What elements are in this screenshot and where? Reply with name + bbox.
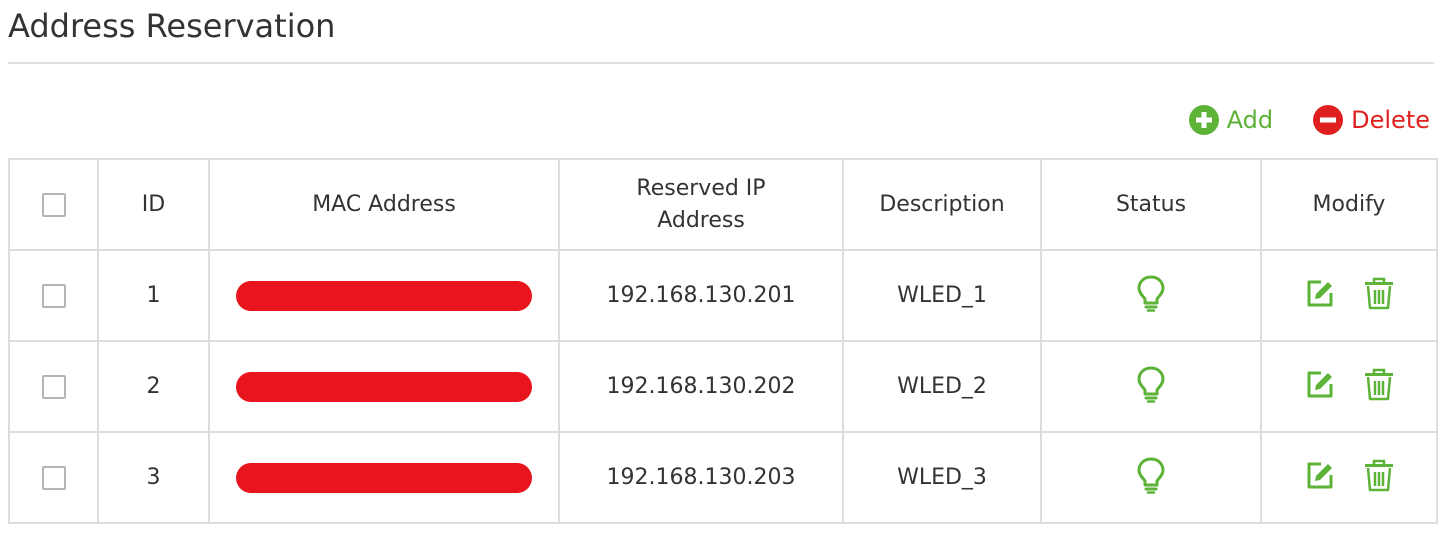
trash-button[interactable]: [1363, 458, 1395, 498]
mac-redaction: [236, 280, 532, 311]
row-reserved-ip: 192.168.130.202: [558, 340, 844, 433]
edit-button[interactable]: [1304, 277, 1336, 315]
toolbar: Add Delete: [1188, 100, 1430, 140]
row-mac-address: [208, 431, 560, 524]
reservation-table: ID MAC Address Reserved IP Address Descr…: [8, 158, 1438, 524]
select-all-checkbox[interactable]: [41, 192, 66, 217]
row-status: [1040, 249, 1262, 342]
row-mac-address: [208, 249, 560, 342]
row-description: WLED_2: [842, 340, 1042, 433]
trash-button[interactable]: [1363, 276, 1395, 316]
status-toggle[interactable]: [1135, 365, 1167, 409]
row-modify: [1260, 431, 1438, 524]
header-mac-address: MAC Address: [208, 158, 560, 251]
edit-icon: [1307, 462, 1332, 488]
add-label: Add: [1226, 106, 1274, 134]
row-status: [1040, 431, 1262, 524]
row-id: 1: [97, 249, 210, 342]
mac-redaction: [236, 462, 532, 493]
page-title: Address Reservation: [8, 7, 336, 45]
row-id: 2: [97, 340, 210, 433]
row-modify: [1260, 340, 1438, 433]
row-status: [1040, 340, 1262, 433]
row-reserved-ip: 192.168.130.201: [558, 249, 844, 342]
header-status: Status: [1040, 158, 1262, 251]
table-row: 3 192.168.130.203 WLED_3: [8, 431, 1438, 524]
trash-button[interactable]: [1363, 367, 1395, 407]
row-modify: [1260, 249, 1438, 342]
select-all-header: [8, 158, 99, 251]
row-mac-address: [208, 340, 560, 433]
lightbulb-icon: [1137, 366, 1165, 403]
minus-circle-icon: [1313, 105, 1344, 135]
plus-circle-icon: [1188, 105, 1219, 135]
trash-icon: [1364, 459, 1393, 491]
row-select-cell: [8, 340, 99, 433]
row-checkbox[interactable]: [41, 375, 66, 399]
header-id: ID: [97, 158, 210, 251]
trash-icon: [1364, 277, 1393, 309]
lightbulb-icon: [1137, 275, 1165, 312]
status-toggle[interactable]: [1135, 274, 1167, 318]
table-row: 2 192.168.130.202 WLED_2: [8, 340, 1438, 433]
row-select-cell: [8, 249, 99, 342]
table-row: 1 192.168.130.201 WLED_1: [8, 249, 1438, 342]
edit-button[interactable]: [1304, 368, 1336, 406]
row-select-cell: [8, 431, 99, 524]
header-modify: Modify: [1260, 158, 1438, 251]
mac-redaction: [236, 371, 532, 402]
header-description: Description: [842, 158, 1042, 251]
row-reserved-ip: 192.168.130.203: [558, 431, 844, 524]
delete-label: Delete: [1351, 106, 1430, 134]
row-description: WLED_3: [842, 431, 1042, 524]
edit-icon: [1307, 280, 1332, 306]
header-reserved-ip: Reserved IP Address: [558, 158, 844, 251]
edit-icon: [1307, 371, 1332, 397]
trash-icon: [1364, 368, 1393, 400]
status-toggle[interactable]: [1135, 456, 1167, 500]
delete-button[interactable]: Delete: [1313, 105, 1430, 135]
edit-button[interactable]: [1304, 459, 1336, 497]
row-id: 3: [97, 431, 210, 524]
add-button[interactable]: Add: [1188, 105, 1274, 135]
row-checkbox[interactable]: [41, 466, 66, 490]
row-description: WLED_1: [842, 249, 1042, 342]
lightbulb-icon: [1137, 457, 1165, 494]
table-header-row: ID MAC Address Reserved IP Address Descr…: [8, 158, 1438, 251]
title-divider: [8, 62, 1434, 64]
row-checkbox[interactable]: [41, 284, 66, 308]
